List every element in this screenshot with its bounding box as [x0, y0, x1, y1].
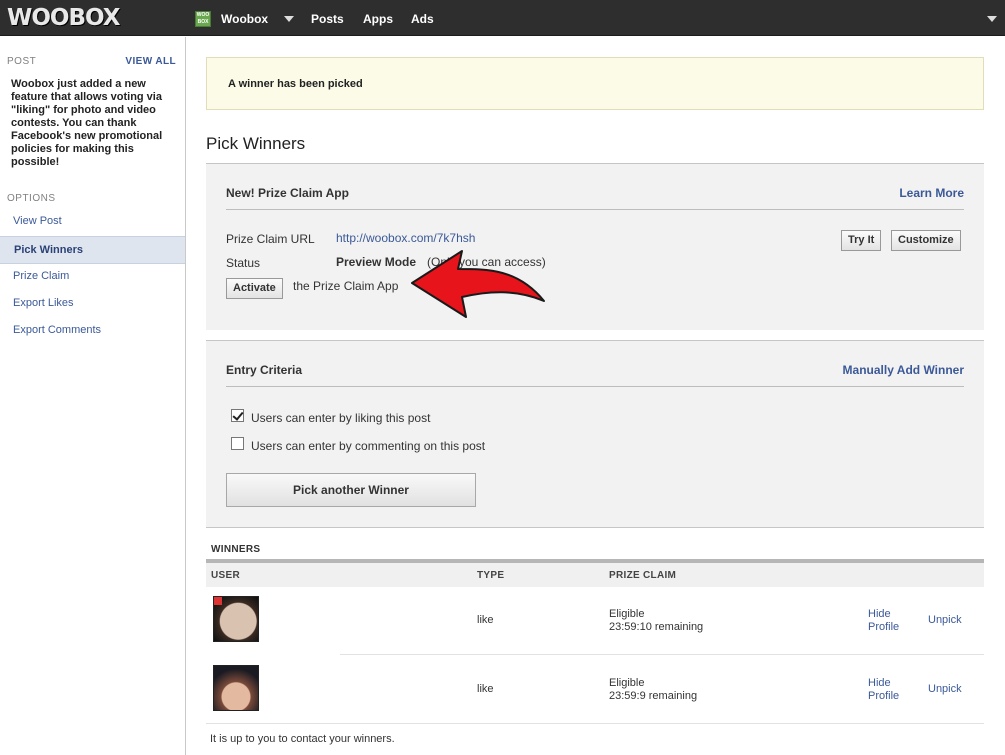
sidebar-post-heading: POST [7, 56, 37, 67]
woobox-logo[interactable]: WOOBOX [7, 5, 120, 31]
sidebar-options-heading: OPTIONS [7, 193, 56, 204]
unpick-link[interactable]: Unpick [928, 614, 962, 627]
hide-profile-link[interactable]: Hide Profile [868, 608, 908, 634]
divider [226, 386, 964, 387]
winner-type: like [477, 614, 494, 626]
winners-heading: WINNERS [211, 544, 261, 555]
nav-app-switcher[interactable]: Woobox [221, 12, 268, 26]
pick-another-winner-button[interactable]: Pick another Winner [226, 473, 476, 507]
woobox-app-icon: WOO BOX [195, 11, 211, 27]
avatar[interactable] [213, 596, 259, 642]
winner-notice-text: A winner has been picked [228, 78, 363, 90]
avatar-badge [214, 597, 222, 605]
winner-type: like [477, 683, 494, 695]
account-menu-chevron-icon[interactable] [987, 16, 997, 22]
entry-criteria-panel: Entry Criteria Manually Add Winner Users… [206, 340, 984, 528]
prize-claim-url-link[interactable]: http://woobox.com/7k7hsh [336, 231, 475, 245]
column-prize-claim: PRIZE CLAIM [609, 570, 677, 581]
prize-claim-panel: New! Prize Claim App Learn More Prize Cl… [206, 163, 984, 330]
column-type: TYPE [477, 570, 505, 581]
winners-table-header [206, 563, 984, 587]
customize-button[interactable]: Customize [891, 230, 961, 251]
divider [340, 654, 984, 655]
activate-button[interactable]: Activate [226, 278, 283, 299]
claim-status: Eligible [609, 608, 645, 620]
red-arrow-annotation [411, 250, 545, 318]
nav-apps[interactable]: Apps [363, 12, 393, 26]
hide-profile-link[interactable]: Hide Profile [868, 677, 908, 703]
like-entry-checkbox[interactable] [231, 409, 244, 422]
sidebar-item-prize-claim[interactable]: Prize Claim [0, 263, 185, 291]
divider [226, 209, 964, 210]
claim-status: Eligible [609, 677, 645, 689]
post-description: Woobox just added a new feature that all… [11, 78, 163, 168]
comment-entry-checkbox[interactable] [231, 437, 244, 450]
claim-remaining: 23:59:9 remaining [609, 690, 698, 702]
avatar[interactable] [213, 665, 259, 711]
nav-ads[interactable]: Ads [411, 12, 434, 26]
winner-notice: A winner has been picked [206, 57, 984, 110]
view-all-link[interactable]: VIEW ALL [125, 56, 176, 67]
chevron-down-icon[interactable] [284, 16, 294, 22]
like-entry-label: Users can enter by liking this post [251, 411, 431, 425]
manually-add-winner-link[interactable]: Manually Add Winner [843, 363, 964, 377]
entry-criteria-title: Entry Criteria [226, 363, 303, 377]
claim-remaining: 23:59:10 remaining [609, 621, 704, 633]
top-bar: WOOBOX WOO BOX Woobox Posts Apps Ads [0, 0, 1005, 36]
prize-claim-url-label: Prize Claim URL [226, 232, 315, 246]
sidebar-item-export-comments[interactable]: Export Comments [0, 317, 185, 345]
divider [206, 723, 984, 724]
try-it-button[interactable]: Try It [841, 230, 882, 251]
sidebar-item-view-post[interactable]: View Post [0, 208, 185, 236]
unpick-link[interactable]: Unpick [928, 683, 962, 696]
prize-claim-title: New! Prize Claim App [226, 186, 349, 200]
contact-winners-note: It is up to you to contact your winners. [210, 733, 395, 745]
sidebar-item-pick-winners[interactable]: Pick Winners [0, 236, 185, 264]
activate-suffix: the Prize Claim App [293, 279, 399, 293]
sidebar: POST VIEW ALL Woobox just added a new fe… [0, 37, 186, 755]
learn-more-link[interactable]: Learn More [899, 186, 964, 200]
status-label: Status [226, 256, 261, 270]
sidebar-item-export-likes[interactable]: Export Likes [0, 290, 185, 318]
comment-entry-label: Users can enter by commenting on this po… [251, 439, 486, 453]
column-user: USER [211, 570, 240, 581]
nav-posts[interactable]: Posts [311, 12, 344, 26]
page-title: Pick Winners [206, 134, 306, 153]
